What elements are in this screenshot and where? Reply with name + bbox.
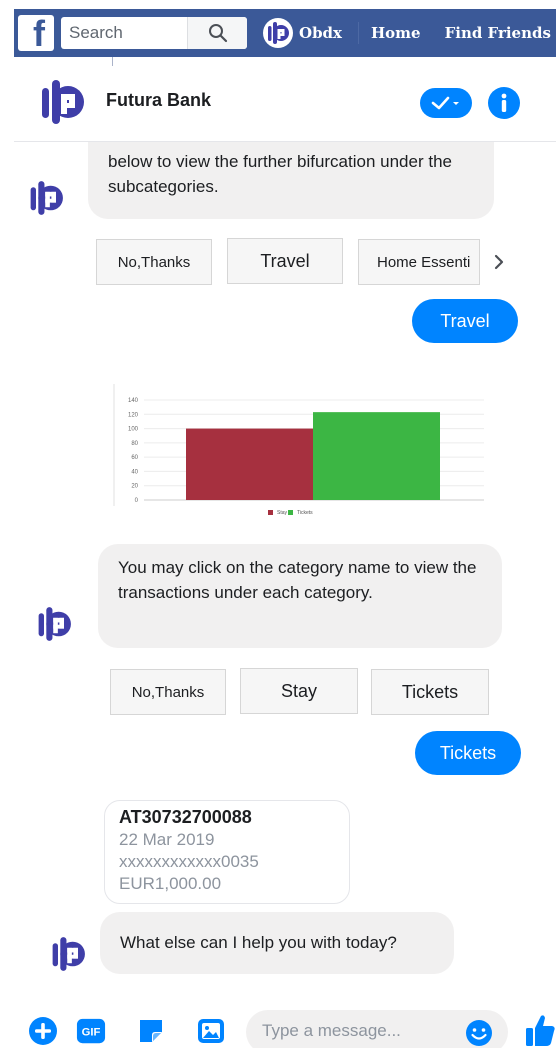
next-arrow-button[interactable] [486, 239, 512, 285]
chart-card: 0 20 40 60 80 100 120 140 Stay Tickets [112, 382, 486, 520]
facebook-logo-letter: f [33, 15, 45, 52]
facebook-nav: f Search Obdx Home Find Friends [14, 9, 556, 57]
user-message-bubble: Tickets [415, 731, 521, 775]
search-input[interactable] [69, 18, 199, 48]
info-icon [501, 93, 507, 112]
facebook-logo-icon[interactable]: f [18, 15, 54, 51]
chart-y-tick-label: 20 [131, 484, 138, 490]
gif-button[interactable]: GIF [76, 1016, 106, 1046]
plus-circle-icon [29, 1017, 57, 1045]
facebook-top-bar: f Search Obdx Home Find Friends [0, 0, 556, 66]
user-message-bubble: Travel [412, 299, 518, 343]
like-button[interactable] [524, 1012, 556, 1048]
thumbs-up-icon [526, 1015, 555, 1046]
chart-legend-swatch [268, 510, 273, 515]
bot-message-text: below to view the further bifurcation un… [108, 152, 452, 196]
chart-y-tick-label: 140 [128, 398, 139, 404]
info-button[interactable] [488, 87, 520, 119]
chart-y-tick-label: 80 [131, 441, 138, 447]
emoji-button[interactable] [464, 1018, 494, 1048]
message-composer: GIF [0, 1000, 556, 1048]
chevron-right-icon [494, 254, 504, 270]
quick-reply-travel[interactable]: Travel [227, 238, 343, 284]
quick-reply-home-essentials[interactable]: Home Essenti [358, 239, 480, 285]
bar-chart: 0 20 40 60 80 100 120 140 Stay Tickets [113, 384, 484, 516]
message-input-box [246, 1010, 508, 1048]
chart-y-tick-label: 0 [135, 498, 139, 504]
chart-y-tick-label: 100 [128, 427, 139, 433]
profile-link[interactable]: Obdx [263, 18, 342, 48]
photo-button[interactable] [196, 1016, 226, 1046]
transaction-date: 22 Mar 2019 [119, 830, 215, 849]
chart-legend-swatch [288, 510, 293, 515]
message-input[interactable] [262, 1021, 452, 1041]
add-button[interactable] [28, 1016, 58, 1046]
manage-messages-button[interactable] [420, 88, 472, 118]
chat-title[interactable]: Futura Bank [106, 90, 211, 111]
chart-bar-tickets[interactable] [313, 412, 440, 500]
profile-name: Obdx [299, 24, 342, 42]
gif-icon: GIF [76, 1018, 106, 1044]
bot-avatar-icon [38, 607, 71, 641]
profile-avatar [263, 18, 293, 48]
chart-legend-label: Tickets [297, 510, 313, 516]
search-button[interactable] [187, 17, 247, 49]
nav-home-link[interactable]: Home [371, 24, 421, 42]
bot-avatar-icon [30, 181, 63, 215]
transaction-amount: EUR1,000.00 [119, 874, 222, 893]
app-root: f Search Obdx Home Find Friends Futura B… [0, 0, 556, 1048]
bot-message-bubble: What else can I help you with today? [100, 912, 454, 974]
quick-reply-no-thanks[interactable]: No,Thanks [96, 239, 212, 285]
bot-message-bubble: You may click on the category name to vi… [98, 544, 502, 648]
chart-bar-stay[interactable] [186, 428, 313, 500]
quick-reply-stay[interactable]: Stay [240, 668, 358, 714]
search-icon [208, 24, 227, 43]
bot-message-bubble: below to view the further bifurcation un… [88, 120, 494, 219]
divider [112, 57, 113, 66]
quick-reply-tickets[interactable]: Tickets [371, 669, 489, 715]
emoji-icon [466, 1020, 492, 1046]
svg-text:GIF: GIF [82, 1027, 101, 1039]
chart-legend-label: Stay [277, 510, 288, 516]
futura-logo-icon [268, 22, 289, 44]
transaction-card[interactable]: AT30732700088 22 Mar 2019 xxxxxxxxxxxx00… [104, 800, 350, 904]
bot-message-text: What else can I help you with today? [120, 933, 397, 952]
sticker-icon [140, 1020, 162, 1042]
search-box [61, 17, 247, 49]
chart-y-tick-label: 120 [128, 412, 139, 418]
image-icon [198, 1019, 224, 1043]
transaction-reference: AT30732700088 [119, 807, 252, 827]
nav-divider [358, 22, 359, 44]
sticker-button[interactable] [136, 1016, 166, 1046]
bot-avatar-icon [52, 937, 85, 971]
transaction-account: xxxxxxxxxxxx0035 [119, 852, 259, 871]
chart-y-tick-label: 40 [131, 469, 138, 475]
quick-reply-no-thanks[interactable]: No,Thanks [110, 669, 226, 715]
nav-find-friends-link[interactable]: Find Friends [445, 24, 551, 42]
futura-bank-logo-icon [42, 80, 84, 124]
checkmark-dropdown-icon [431, 96, 459, 110]
chart-y-tick-label: 60 [131, 455, 138, 461]
bot-message-text: You may click on the category name to vi… [118, 558, 477, 602]
